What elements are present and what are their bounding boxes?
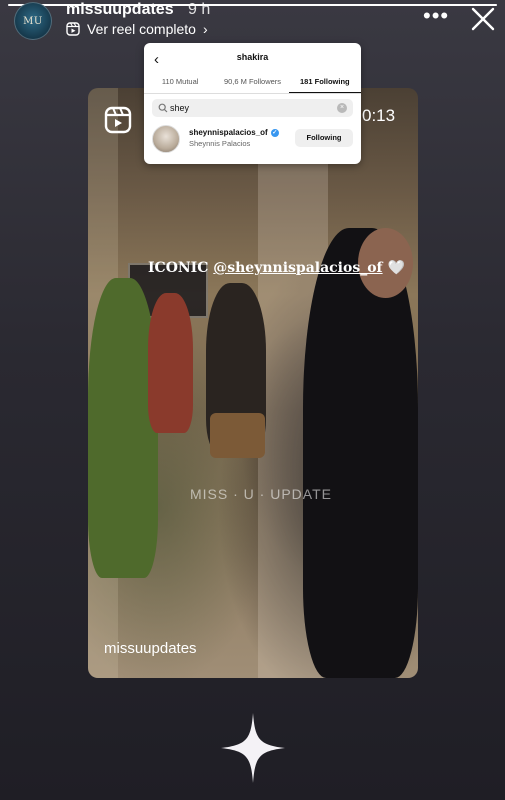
result-handle-text: sheynnispalacios_of (189, 128, 268, 137)
profile-tabs: 110 Mutual 90,6 M Followers 181 Followin… (144, 74, 361, 94)
reel-timer: 0:13 (362, 106, 396, 125)
sparkle-icon (221, 713, 285, 783)
person-green-jacket (88, 278, 158, 578)
story-username[interactable]: missuupdates (66, 1, 174, 19)
story-viewer: MU missuupdates 9 h Ver reel completo › … (0, 0, 505, 800)
view-full-reel-label: Ver reel completo (87, 21, 196, 37)
person-red-dress (148, 293, 193, 433)
result-handle: sheynnispalacios_of ✓ (189, 128, 279, 137)
story-time: 9 h (188, 1, 211, 18)
chevron-right-icon: › (202, 21, 208, 37)
tab-following[interactable]: 181 Following (288, 74, 361, 93)
close-icon[interactable] (470, 6, 496, 32)
reel-watermark: MISS · U · UPDATE (190, 486, 332, 502)
verified-icon: ✓ (270, 128, 279, 137)
more-icon[interactable]: ••• (423, 5, 449, 27)
person-black-dress (303, 228, 418, 678)
avatar-text: MU (23, 15, 43, 27)
caption-prefix: ICONIC (148, 260, 214, 276)
search-query: shey (170, 103, 190, 113)
reel-icon (66, 22, 80, 36)
tab-mutual[interactable]: 110 Mutual (144, 74, 216, 93)
reel-caption: ICONIC @sheynnispalacios_of 🤍 (148, 260, 405, 276)
view-full-reel-link[interactable]: Ver reel completo › (66, 20, 208, 38)
instagram-following-screenshot: ‹ shakira 110 Mutual 90,6 M Followers 18… (144, 43, 361, 164)
search-input[interactable]: shey × (152, 99, 353, 117)
following-button[interactable]: Following (295, 129, 353, 147)
avatar (152, 125, 180, 153)
list-item[interactable]: sheynnispalacios_of ✓ Sheynnis Palacios … (152, 123, 353, 155)
result-full-name: Sheynnis Palacios (189, 139, 251, 148)
tab-followers[interactable]: 90,6 M Followers (216, 74, 288, 93)
search-icon (158, 103, 168, 113)
avatar[interactable]: MU (14, 2, 52, 40)
caption-mention[interactable]: @sheynnispalacios_of (213, 260, 382, 276)
person-leopard-skirt-legs (210, 413, 265, 458)
clear-icon[interactable]: × (337, 103, 347, 113)
caption-emoji: 🤍 (387, 260, 405, 276)
reel-handle: missuupdates (104, 640, 197, 657)
reel-icon (104, 106, 132, 134)
profile-title: shakira (236, 52, 269, 62)
reel-video[interactable]: 0:13 ICONIC @sheynnispalacios_of 🤍 MISS … (88, 88, 418, 678)
